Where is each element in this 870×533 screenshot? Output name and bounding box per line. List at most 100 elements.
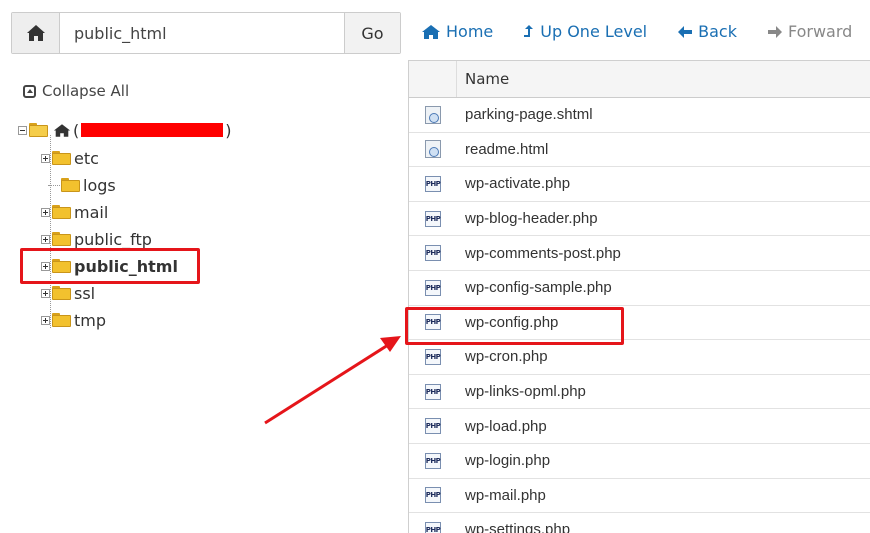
file-name: wp-login.php bbox=[465, 452, 551, 470]
folder-icon bbox=[52, 205, 72, 219]
expand-icon[interactable] bbox=[41, 234, 50, 244]
file-icon-cell: PHP bbox=[409, 418, 457, 435]
nav-forward-label: Forward bbox=[787, 22, 853, 41]
file-row[interactable]: PHP wp-cron.php bbox=[409, 340, 870, 375]
go-button[interactable]: Go bbox=[344, 13, 400, 53]
tree-item-label: etc bbox=[74, 148, 99, 168]
file-name: parking-page.shtml bbox=[465, 106, 593, 124]
tree-connector bbox=[48, 184, 60, 186]
arrow-right-icon bbox=[767, 25, 782, 38]
file-row[interactable]: PHP wp-blog-header.php bbox=[409, 202, 870, 237]
file-icon-cell: PHP bbox=[409, 245, 457, 262]
nav-toolbar: Home Up One Level Back Forward bbox=[421, 22, 870, 41]
file-icon-cell: PHP bbox=[409, 452, 457, 469]
tree-item-mail[interactable]: mail bbox=[41, 200, 108, 224]
collapse-all-button[interactable]: Collapse All bbox=[23, 82, 129, 100]
path-bar: Go bbox=[11, 12, 401, 54]
home-button[interactable] bbox=[12, 13, 60, 53]
php-file-icon: PHP bbox=[425, 175, 441, 192]
redaction-bar bbox=[81, 123, 224, 137]
tree-root[interactable]: ( ) bbox=[18, 118, 232, 142]
file-name: wp-comments-post.php bbox=[465, 244, 621, 262]
nav-forward-link[interactable]: Forward bbox=[767, 22, 852, 41]
file-name: wp-load.php bbox=[465, 417, 547, 435]
php-file-icon: PHP bbox=[425, 418, 441, 435]
expand-icon[interactable] bbox=[41, 207, 50, 217]
file-name: wp-links-opml.php bbox=[465, 383, 586, 401]
file-icon-cell: PHP bbox=[409, 210, 457, 227]
php-file-icon: PHP bbox=[425, 210, 441, 227]
folder-icon bbox=[61, 178, 81, 192]
icon-column-header bbox=[409, 61, 457, 97]
file-name: wp-cron.php bbox=[465, 348, 548, 366]
nav-back-label: Back bbox=[698, 22, 737, 41]
home-icon bbox=[53, 123, 71, 137]
path-input[interactable] bbox=[60, 13, 344, 53]
file-row[interactable]: parking-page.shtml bbox=[409, 98, 870, 133]
file-icon-cell bbox=[409, 105, 457, 124]
file-icon-cell bbox=[409, 140, 457, 159]
expand-icon[interactable] bbox=[41, 288, 50, 298]
expand-icon[interactable] bbox=[41, 315, 50, 325]
tree-item-tmp[interactable]: tmp bbox=[41, 308, 106, 332]
php-file-icon: PHP bbox=[425, 521, 441, 533]
tree-item-label: tmp bbox=[74, 310, 107, 330]
file-name: readme.html bbox=[465, 140, 549, 158]
file-icon-cell: PHP bbox=[409, 279, 457, 296]
file-row[interactable]: PHP wp-login.php bbox=[409, 444, 870, 479]
file-row[interactable]: PHP wp-links-opml.php bbox=[409, 375, 870, 410]
collapse-all-label: Collapse All bbox=[42, 82, 130, 100]
file-name: wp-config-sample.php bbox=[465, 279, 612, 297]
tree-item-label: public_ftp bbox=[74, 229, 152, 249]
folder-open-icon bbox=[29, 123, 49, 137]
php-file-icon: PHP bbox=[425, 279, 441, 296]
file-list-pane: Name parking-page.shtml readme.html PHP wp-… bbox=[408, 60, 870, 533]
file-row[interactable]: PHP wp-load.php bbox=[409, 409, 870, 444]
file-icon-cell: PHP bbox=[409, 487, 457, 504]
file-name: wp-mail.php bbox=[465, 486, 546, 504]
tree-item-etc[interactable]: etc bbox=[41, 146, 99, 170]
file-row[interactable]: readme.html bbox=[409, 133, 870, 168]
folder-icon bbox=[52, 286, 72, 300]
file-icon-cell: PHP bbox=[409, 383, 457, 400]
html-file-icon bbox=[425, 105, 441, 124]
nav-home-link[interactable]: Home bbox=[421, 22, 493, 41]
file-row[interactable]: PHP wp-activate.php bbox=[409, 167, 870, 202]
wp-config-highlight bbox=[405, 307, 624, 345]
collapse-icon bbox=[23, 84, 36, 98]
home-icon bbox=[26, 25, 45, 41]
file-name: wp-activate.php bbox=[465, 175, 571, 193]
folder-icon bbox=[52, 313, 72, 327]
public-html-highlight bbox=[20, 248, 200, 284]
folder-icon bbox=[52, 151, 72, 165]
home-icon bbox=[422, 24, 440, 39]
php-file-icon: PHP bbox=[425, 245, 441, 262]
nav-up-link[interactable]: Up One Level bbox=[523, 22, 647, 41]
file-row[interactable]: PHP wp-mail.php bbox=[409, 479, 870, 514]
folder-icon bbox=[52, 232, 72, 246]
file-row[interactable]: PHP wp-comments-post.php bbox=[409, 236, 870, 271]
level-up-icon bbox=[524, 24, 534, 37]
file-name: wp-settings.php bbox=[465, 521, 571, 533]
file-row[interactable]: PHP wp-settings.php bbox=[409, 513, 870, 533]
html-file-icon bbox=[425, 140, 441, 159]
name-column-header[interactable]: Name bbox=[457, 70, 509, 88]
arrow-left-icon bbox=[678, 25, 693, 38]
file-list-header: Name bbox=[409, 61, 870, 98]
tree-item-label: mail bbox=[74, 202, 109, 222]
php-file-icon: PHP bbox=[425, 383, 441, 400]
tree-item-label: logs bbox=[83, 175, 116, 195]
collapse-toggle-icon[interactable] bbox=[18, 125, 27, 135]
tree-item-logs[interactable]: logs bbox=[48, 173, 116, 197]
php-file-icon: PHP bbox=[425, 452, 441, 469]
file-icon-cell: PHP bbox=[409, 521, 457, 533]
expand-icon[interactable] bbox=[41, 153, 50, 163]
file-icon-cell: PHP bbox=[409, 348, 457, 365]
nav-up-label: Up One Level bbox=[540, 22, 648, 41]
nav-back-link[interactable]: Back bbox=[677, 22, 737, 41]
php-file-icon: PHP bbox=[425, 487, 441, 504]
root-open-paren: ( bbox=[73, 120, 80, 140]
tree-item-ssl[interactable]: ssl bbox=[41, 281, 95, 305]
file-row[interactable]: PHP wp-config-sample.php bbox=[409, 271, 870, 306]
php-file-icon: PHP bbox=[425, 348, 441, 365]
